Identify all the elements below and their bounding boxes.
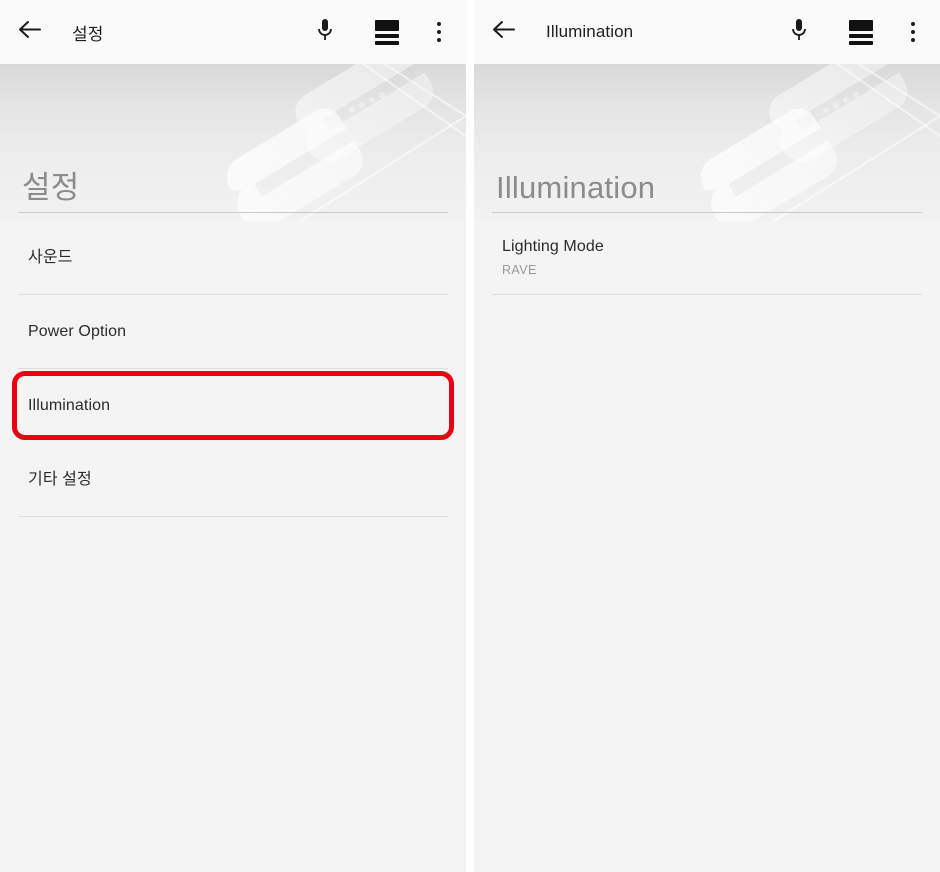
- settings-screen: 설정 설정 사운드 Power Option Illumination 기타 설…: [0, 0, 466, 872]
- toolbar-title-right: Illumination: [546, 22, 634, 41]
- list-item-power-option[interactable]: Power Option: [18, 295, 448, 369]
- overflow-menu-button-right[interactable]: [900, 12, 926, 52]
- toolbar-title-left: 설정: [72, 24, 104, 44]
- illumination-screen: Illumination Illumination Lighting Mode …: [474, 0, 940, 872]
- microphone-icon: [317, 18, 333, 47]
- panel-divider: [466, 0, 474, 872]
- stacked-bars-icon: [375, 19, 399, 45]
- view-stack-button-right[interactable]: [840, 12, 882, 52]
- list-item-illumination[interactable]: Illumination: [12, 369, 454, 443]
- hero-divider-left: [18, 212, 448, 213]
- list-item-other-settings[interactable]: 기타 설정: [18, 443, 448, 517]
- microphone-icon: [791, 18, 807, 47]
- app-toolbar-right: Illumination: [474, 0, 940, 64]
- list-item-title: 기타 설정: [28, 470, 92, 488]
- more-vertical-icon: [437, 22, 441, 42]
- dual-screenshot-container: 설정 설정 사운드 Power Option Illumination 기타 설…: [0, 0, 940, 872]
- arrow-back-icon: [18, 20, 41, 44]
- hero-title-right: Illumination: [496, 170, 656, 205]
- list-item-lighting-mode[interactable]: Lighting Mode RAVE: [492, 221, 922, 295]
- list-item-title: Lighting Mode: [502, 238, 604, 256]
- view-stack-button-left[interactable]: [366, 12, 408, 52]
- settings-list: 사운드 Power Option Illumination 기타 설정: [0, 221, 466, 872]
- hero-title-left: 설정: [22, 170, 80, 205]
- list-item-title: 사운드: [28, 248, 73, 266]
- list-item-sound[interactable]: 사운드: [18, 221, 448, 295]
- app-toolbar-left: 설정: [0, 0, 466, 64]
- back-button-right[interactable]: [492, 12, 532, 52]
- illumination-list: Lighting Mode RAVE: [474, 221, 940, 872]
- list-item-title: Power Option: [28, 322, 127, 340]
- list-item-value: RAVE: [502, 262, 537, 277]
- microphone-button-left[interactable]: [304, 12, 346, 52]
- overflow-menu-button-left[interactable]: [426, 12, 452, 52]
- hero-banner-right: Illumination: [474, 64, 940, 221]
- hero-banner-left: 설정: [0, 64, 466, 221]
- arrow-back-icon: [492, 20, 515, 44]
- more-vertical-icon: [911, 22, 915, 42]
- hero-divider-right: [492, 212, 922, 213]
- microphone-button-right[interactable]: [778, 12, 820, 52]
- back-button-left[interactable]: [18, 12, 58, 52]
- stacked-bars-icon: [849, 19, 873, 45]
- list-item-title: Illumination: [28, 396, 111, 414]
